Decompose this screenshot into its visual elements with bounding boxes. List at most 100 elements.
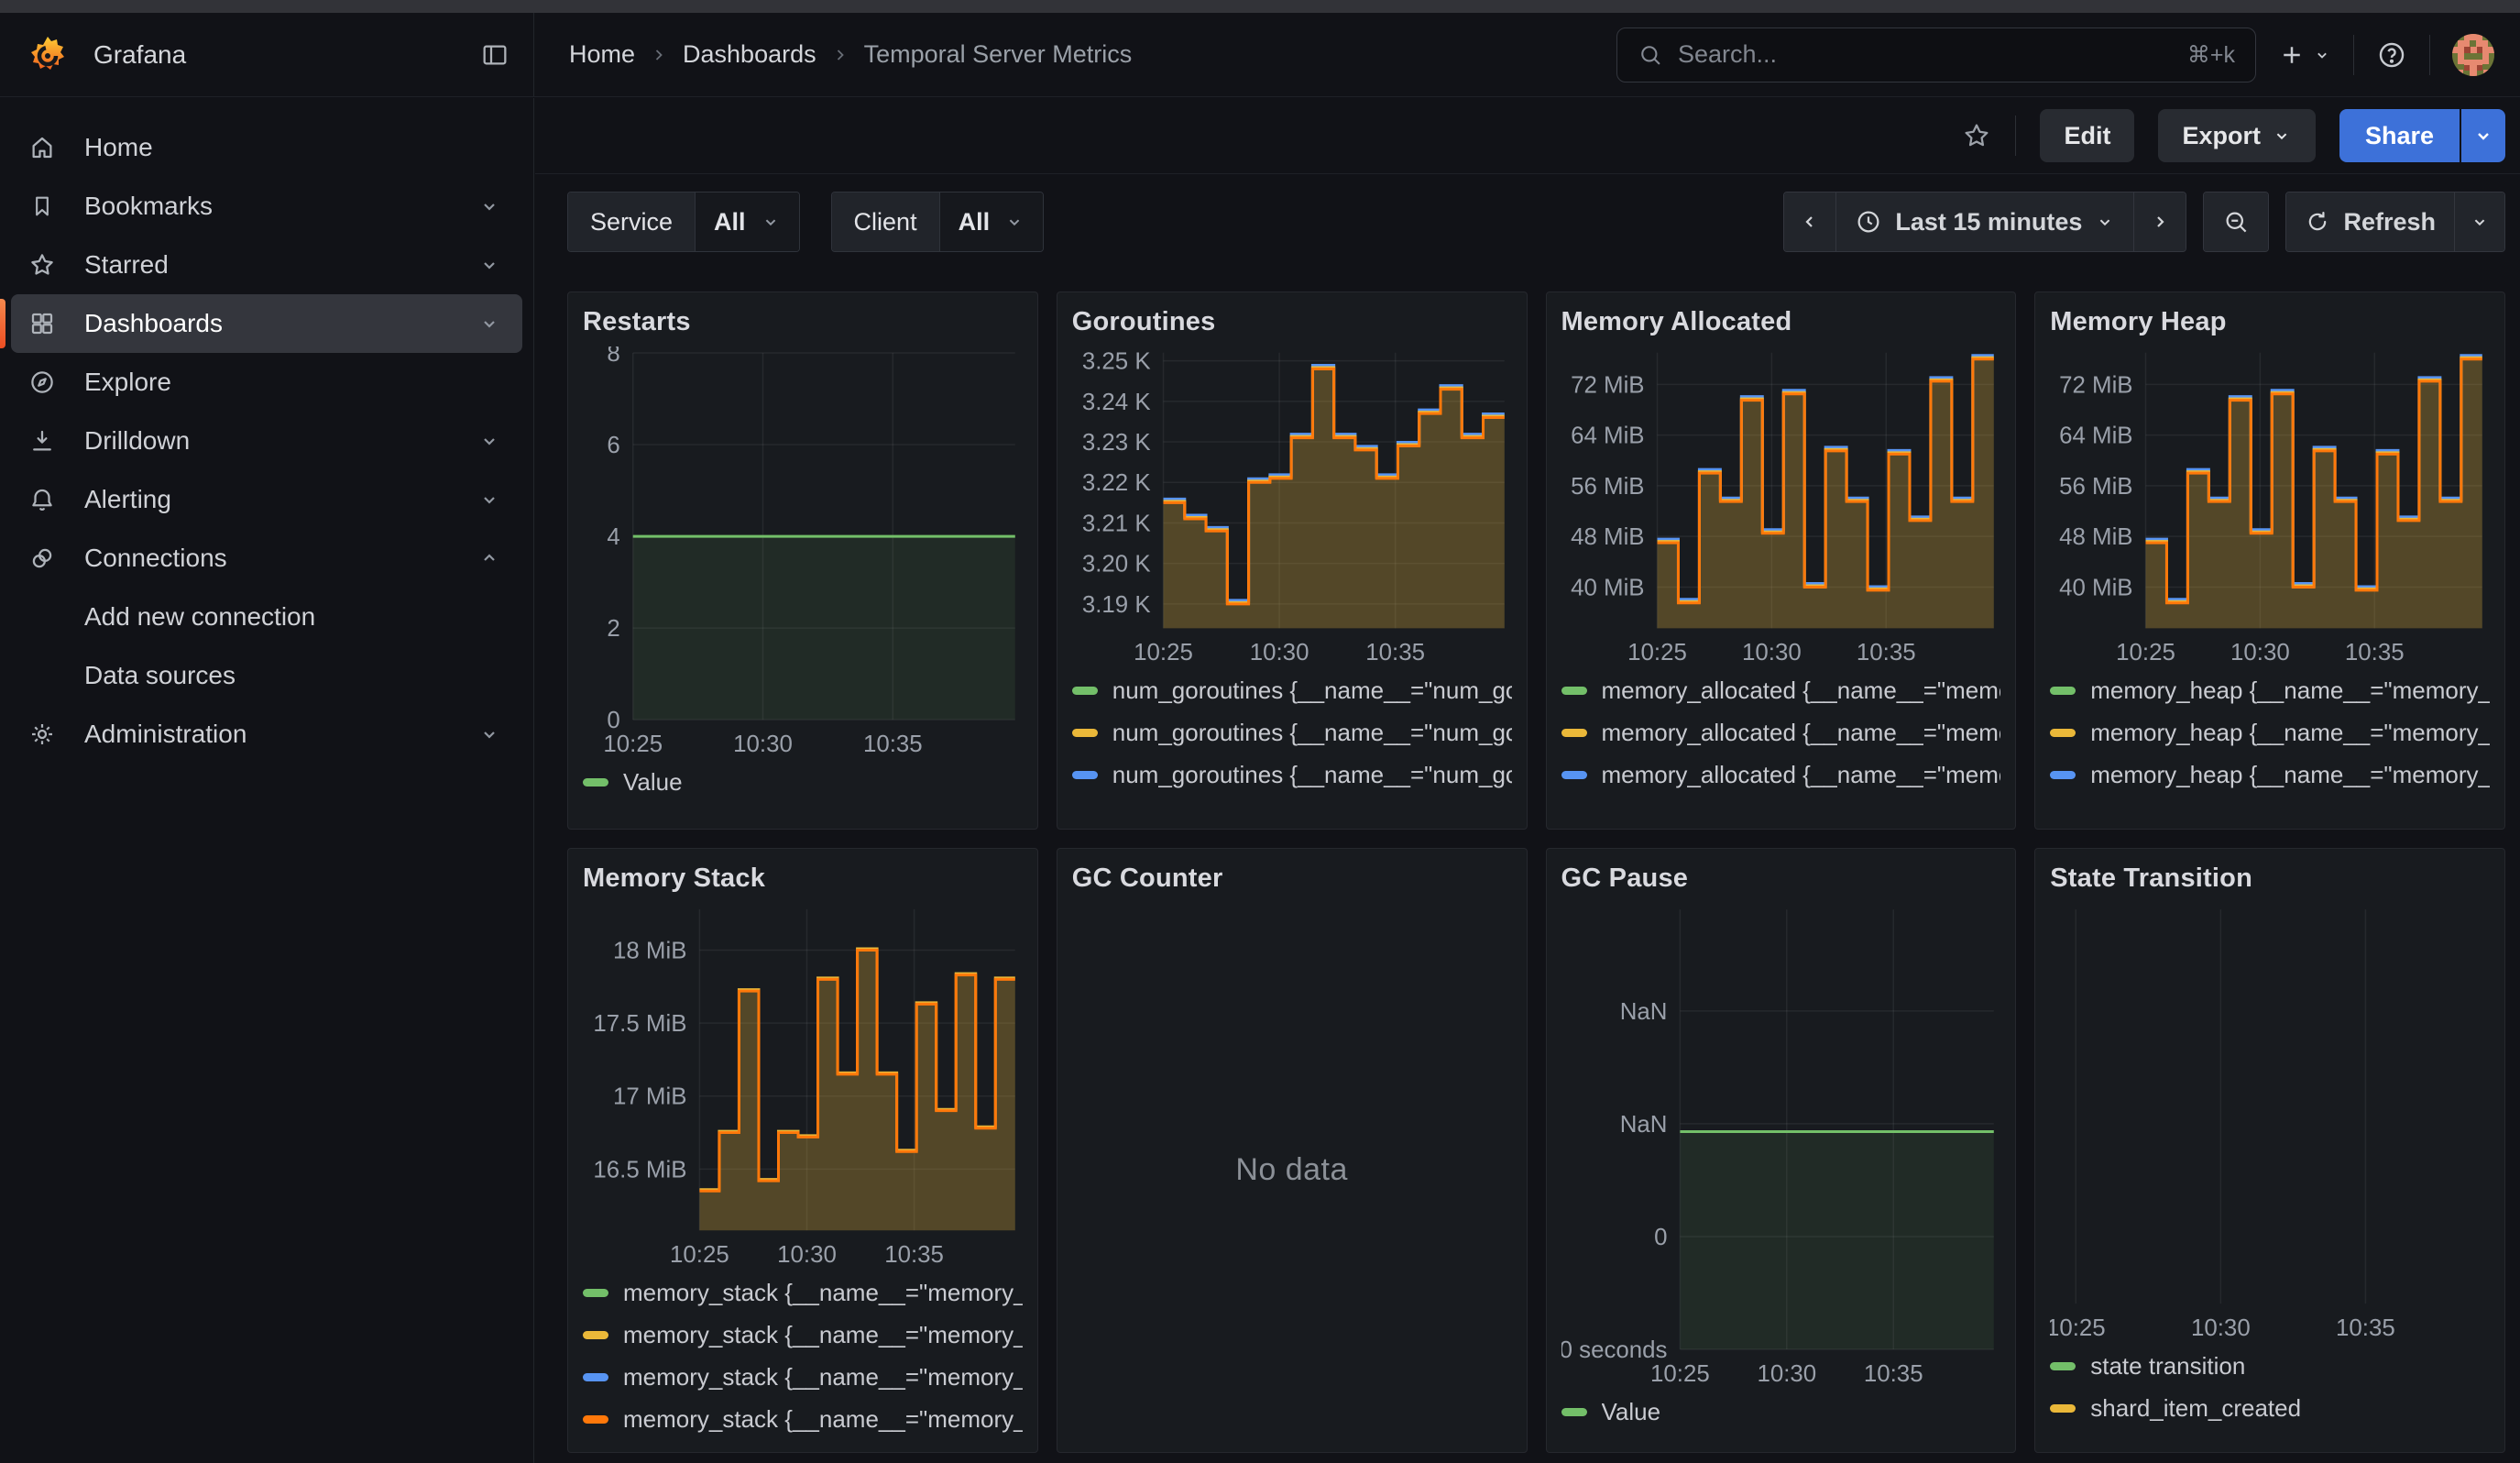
memory-allocated-chart[interactable]: 40 MiB48 MiB56 MiB64 MiB72 MiB10:2510:30… <box>1561 346 2001 667</box>
panel-state-transition: State Transition 10:2510:3010:35 state t… <box>2034 848 2505 1453</box>
share-button[interactable]: Share <box>2339 109 2460 162</box>
legend-label: shard_item_created <box>2090 1394 2301 1423</box>
svg-text:10:35: 10:35 <box>884 1242 944 1268</box>
panel-title[interactable]: Memory Heap <box>2050 307 2490 337</box>
service-variable-select[interactable]: All <box>695 192 799 251</box>
goroutines-chart[interactable]: 3.19 K3.20 K3.21 K3.22 K3.23 K3.24 K3.25… <box>1072 346 1512 667</box>
legend-item[interactable]: shard_item_created <box>2050 1387 2490 1429</box>
chevron-down-icon <box>1004 212 1024 232</box>
breadcrumb-dashboards[interactable]: Dashboards <box>683 40 816 69</box>
legend-item[interactable]: memory_stack {__name__="memory_s <box>583 1271 1023 1314</box>
legend-item[interactable]: num_goroutines {__name__="num_go <box>1072 669 1512 711</box>
zoom-out-button[interactable] <box>2204 192 2268 251</box>
search-box[interactable]: ⌘+k <box>1616 28 2256 82</box>
legend-item[interactable]: num_goroutines {__name__="num_go <box>1072 754 1512 796</box>
refresh-button[interactable]: Refresh <box>2286 192 2454 251</box>
refresh-icon <box>2305 209 2330 235</box>
legend-item[interactable]: Value <box>1561 1391 2001 1433</box>
memory-heap-chart[interactable]: 40 MiB48 MiB56 MiB64 MiB72 MiB10:2510:30… <box>2050 346 2490 667</box>
gc-pause-chart[interactable]: 0 seconds0NaNNaN10:2510:3010:35 <box>1561 903 2001 1389</box>
legend-item[interactable]: memory_heap {__name__="memory_h <box>2050 711 2490 754</box>
chevron-down-icon[interactable] <box>478 313 500 335</box>
sidebar-item-drilldown[interactable]: Drilldown <box>11 412 522 470</box>
sidebar-item-data-sources[interactable]: Data sources <box>11 646 522 705</box>
panel-title[interactable]: GC Counter <box>1072 864 1512 894</box>
panel-gc-pause: GC Pause 0 seconds0NaNNaN10:2510:3010:35… <box>1546 848 2017 1453</box>
breadcrumb-home[interactable]: Home <box>569 40 635 69</box>
panel-title[interactable]: Restarts <box>583 307 1023 337</box>
sidebar-item-explore[interactable]: Explore <box>11 353 522 412</box>
edit-button[interactable]: Edit <box>2040 109 2134 162</box>
favorite-star-button[interactable] <box>1962 121 1991 150</box>
legend-item[interactable]: memory_heap {__name__="memory_h <box>2050 796 2490 807</box>
svg-text:10:30: 10:30 <box>733 732 793 757</box>
legend-item[interactable]: memory_allocated {__name__="memo <box>1561 711 2001 754</box>
legend-item[interactable]: state transition <box>2050 1345 2490 1387</box>
legend-item[interactable]: Value <box>583 761 1023 803</box>
legend-item[interactable]: memory_allocated {__name__="memo <box>1561 796 2001 807</box>
legend-item[interactable]: memory_allocated {__name__="memo <box>1561 754 2001 796</box>
user-avatar[interactable] <box>2452 34 2494 76</box>
share-dropdown-button[interactable] <box>2461 109 2505 162</box>
time-shift-forward-button[interactable] <box>2133 192 2186 251</box>
divider <box>2429 35 2430 75</box>
sidebar-toggle-icon[interactable] <box>480 40 509 70</box>
state-transition-chart[interactable]: 10:2510:3010:35 <box>2050 903 2490 1343</box>
sidebar-item-dashboards[interactable]: Dashboards <box>11 294 522 353</box>
legend-item[interactable]: memory_stack {__name__="memory_s <box>583 1356 1023 1398</box>
time-range-button[interactable]: Last 15 minutes <box>1835 192 2133 251</box>
panel-title[interactable]: Memory Allocated <box>1561 307 2001 337</box>
legend-label: memory_stack {__name__="memory_s <box>623 1279 1023 1307</box>
client-variable-label: Client <box>832 192 939 251</box>
no-data-message: No data <box>1072 894 1512 1446</box>
sidebar-item-label: Explore <box>84 368 171 397</box>
svg-text:10:30: 10:30 <box>1742 640 1802 666</box>
time-shift-back-button[interactable] <box>1784 192 1835 251</box>
dashboard-subheader: Edit Export Share <box>535 98 2520 174</box>
legend-swatch <box>583 1331 608 1339</box>
chevron-up-icon[interactable] <box>478 547 500 569</box>
share-split-button: Share <box>2339 109 2505 162</box>
sidebar-item-alerting[interactable]: Alerting <box>11 470 522 529</box>
memory-stack-chart[interactable]: 16.5 MiB17 MiB17.5 MiB18 MiB10:2510:3010… <box>583 903 1023 1270</box>
sidebar-item-add-new-connection[interactable]: Add new connection <box>11 588 522 646</box>
export-button[interactable]: Export <box>2158 109 2316 162</box>
chevron-down-icon[interactable] <box>478 489 500 511</box>
add-new-button[interactable] <box>2278 41 2331 69</box>
panel-title[interactable]: Goroutines <box>1072 307 1512 337</box>
sidebar-item-connections[interactable]: Connections <box>11 529 522 588</box>
window-chrome-strip <box>0 0 2520 13</box>
restarts-chart[interactable]: 0246810:2510:3010:35 <box>583 346 1023 759</box>
legend-item[interactable]: num_goroutines {__name__="num_go <box>1072 711 1512 754</box>
chevron-down-icon[interactable] <box>478 430 500 452</box>
sidebar-item-bookmarks[interactable]: Bookmarks <box>11 177 522 236</box>
svg-text:10:35: 10:35 <box>2345 640 2405 666</box>
legend-swatch <box>1561 1408 1587 1416</box>
legend-item[interactable]: memory_allocated {__name__="memo <box>1561 669 2001 711</box>
panel-title[interactable]: Memory Stack <box>583 864 1023 894</box>
svg-text:NaN: NaN <box>1619 1112 1667 1138</box>
legend-item[interactable]: memory_stack {__name__="memory_s <box>583 1398 1023 1440</box>
sidebar-item-home[interactable]: Home <box>11 118 522 177</box>
sidebar-item-starred[interactable]: Starred <box>11 236 522 294</box>
legend-item[interactable]: memory_stack {__name__="memory_s <box>583 1314 1023 1356</box>
svg-text:10:30: 10:30 <box>2230 640 2290 666</box>
legend-item[interactable]: num_goroutines {__name__="num_go <box>1072 796 1512 807</box>
panel-title[interactable]: State Transition <box>2050 864 2490 894</box>
client-variable-select[interactable]: All <box>939 192 1044 251</box>
legend-label: memory_stack {__name__="memory_s <box>623 1363 1023 1392</box>
refresh-interval-dropdown[interactable] <box>2454 192 2504 251</box>
legend-item[interactable]: memory_heap {__name__="memory_h <box>2050 669 2490 711</box>
panel-title[interactable]: GC Pause <box>1561 864 2001 894</box>
legend-item[interactable]: memory_heap {__name__="memory_h <box>2050 754 2490 796</box>
clock-icon <box>1855 208 1882 236</box>
help-button[interactable] <box>2376 39 2407 71</box>
sidebar-item-administration[interactable]: Administration <box>11 705 522 764</box>
search-input[interactable] <box>1678 40 2173 69</box>
sidebar-item-label: Alerting <box>84 485 171 514</box>
chevron-down-icon[interactable] <box>478 195 500 217</box>
chevron-down-icon[interactable] <box>478 723 500 745</box>
svg-text:10:30: 10:30 <box>2191 1315 2251 1341</box>
legend-swatch <box>1561 687 1587 695</box>
chevron-down-icon[interactable] <box>478 254 500 276</box>
